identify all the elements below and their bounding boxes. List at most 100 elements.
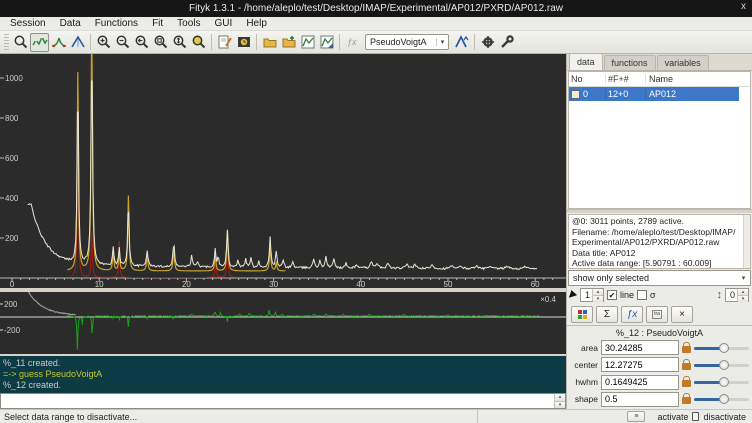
console-line-command: =-> guess PseudoVoigtA — [3, 369, 566, 380]
delete-button[interactable]: × — [671, 306, 693, 323]
tab-data[interactable]: data — [569, 53, 603, 70]
dataset-checkbox[interactable] — [571, 90, 580, 99]
add-auto-peak-icon[interactable] — [452, 33, 471, 52]
session-log-icon[interactable] — [234, 33, 253, 52]
sigma-sum-icon: Σ — [604, 309, 610, 320]
previous-zoom-icon[interactable] — [189, 33, 208, 52]
param-label: shape — [569, 394, 598, 404]
menu-session[interactable]: Session — [4, 18, 52, 29]
x-tick-label: 10 — [95, 280, 104, 288]
command-history-spinner[interactable]: ▴ ▾ — [554, 394, 565, 408]
tab-functions[interactable]: functions — [604, 55, 656, 70]
menu-help[interactable]: Help — [240, 18, 273, 29]
spinner-up-icon[interactable]: ▴ — [555, 394, 565, 402]
sidebar-splitter[interactable] — [567, 209, 752, 213]
lock-icon[interactable] — [682, 363, 691, 370]
x-tick-label: 60 — [531, 280, 540, 288]
undo-zoom-icon[interactable] — [132, 33, 151, 52]
export-data-icon[interactable] — [298, 33, 317, 52]
sigma-checkbox[interactable] — [637, 290, 647, 300]
param-input-hwhm[interactable] — [601, 375, 679, 390]
auto-add-icon[interactable]: ƒx — [343, 33, 362, 52]
edit-script-icon[interactable] — [215, 33, 234, 52]
param-label: center — [569, 360, 598, 370]
plot-column: 01020304050602004006008001000 200-200×0.… — [0, 54, 566, 409]
menu-fit[interactable]: Fit — [146, 18, 169, 29]
point-size-spinner[interactable]: 1 ▴▾ — [580, 288, 604, 302]
palette-icon — [578, 310, 587, 319]
spin-down-icon[interactable]: ▾ — [738, 296, 748, 302]
menu-tools[interactable]: Tools — [171, 18, 206, 29]
slider-thumb[interactable] — [719, 394, 729, 404]
param-row-center: center — [569, 356, 749, 373]
spin-down-icon[interactable]: ▾ — [593, 296, 603, 302]
run-fit-icon[interactable] — [478, 33, 497, 52]
add-point-mode-icon[interactable] — [68, 33, 87, 52]
sum-button[interactable]: Σ — [596, 306, 618, 323]
menu-gui[interactable]: GUI — [209, 18, 239, 29]
plot-export-button[interactable]: tra — [646, 306, 668, 323]
shift-value: 0 — [726, 289, 737, 301]
open-recent-data-icon[interactable] — [279, 33, 298, 52]
add-peak-mode-icon[interactable] — [49, 33, 68, 52]
open-data-icon[interactable] — [260, 33, 279, 52]
console-line-output: %_12 created. — [3, 380, 566, 391]
lock-icon[interactable] — [682, 397, 691, 404]
info-line: Data title: AP012 — [572, 248, 747, 259]
toolbar-separator — [474, 34, 475, 50]
color-style-button[interactable] — [571, 306, 593, 323]
param-input-area[interactable] — [601, 340, 679, 355]
slider-thumb[interactable] — [719, 360, 729, 370]
spin-up-icon[interactable]: ▴ — [738, 289, 748, 296]
table-row[interactable]: 0 12+0 AP012 — [569, 87, 739, 101]
dataset-table: No #F+# Name 0 12+0 AP012 — [568, 71, 751, 209]
range-mode-icon[interactable] — [30, 33, 49, 52]
toolbar: ƒx PseudoVoigtA▾ — [0, 31, 752, 54]
zoom-all-icon[interactable] — [151, 33, 170, 52]
fityk-window: Fityk 1.3.1 - /home/aleplo/test/Desktop/… — [0, 0, 752, 423]
zoom-out-icon[interactable] — [113, 33, 132, 52]
y-tick-label: 200 — [5, 234, 19, 243]
menu-data[interactable]: Data — [54, 18, 87, 29]
param-slider-center[interactable] — [694, 359, 749, 371]
auxiliary-plot[interactable]: 200-200×0.4 — [0, 292, 566, 354]
command-input[interactable] — [1, 394, 554, 408]
column-no: No — [569, 74, 605, 84]
spin-up-icon[interactable]: ▴ — [593, 289, 603, 296]
zoom-in-icon[interactable] — [94, 33, 113, 52]
param-input-center[interactable] — [601, 357, 679, 372]
close-icon[interactable]: x — [741, 1, 746, 12]
lock-icon[interactable] — [682, 380, 691, 387]
sidebar: data functions variables No #F+# Name 0 … — [566, 54, 752, 409]
spinner-down-icon[interactable]: ▾ — [555, 402, 565, 409]
function-labels-button[interactable]: ƒx — [621, 306, 643, 323]
svg-text:ƒx: ƒx — [347, 37, 357, 47]
param-input-shape[interactable] — [601, 392, 679, 407]
main-plot[interactable]: 01020304050602004006008001000 — [0, 54, 566, 288]
slider-thumb[interactable] — [719, 343, 729, 353]
zoom-vertical-icon[interactable] — [170, 33, 189, 52]
zoom-mode-icon[interactable] — [11, 33, 30, 52]
lock-icon[interactable] — [682, 346, 691, 353]
info-line: @0: 3011 points, 2789 active. — [572, 216, 747, 227]
show-filter-dropdown[interactable]: show only selected ▾ — [568, 270, 751, 286]
param-slider-hwhm[interactable] — [694, 376, 749, 388]
slider-thumb[interactable] — [719, 377, 729, 387]
save-image-icon[interactable] — [317, 33, 336, 52]
mouse-mode-button[interactable]: ≡ — [627, 411, 645, 422]
shift-icon: ↕ — [717, 290, 723, 300]
line-checkbox[interactable]: ✔ — [607, 290, 617, 300]
chevron-down-icon: ▾ — [436, 38, 448, 46]
shift-spinner[interactable]: 0 ▴▾ — [725, 288, 749, 302]
panel-separator — [567, 325, 752, 327]
menu-functions[interactable]: Functions — [89, 18, 144, 29]
fit-settings-icon[interactable] — [497, 33, 516, 52]
toolbar-grip[interactable] — [4, 34, 9, 50]
tab-variables[interactable]: variables — [657, 55, 709, 70]
y-tick-label: 1000 — [5, 74, 23, 83]
param-slider-area[interactable] — [694, 342, 749, 354]
title-bar: Fityk 1.3.1 - /home/aleplo/test/Desktop/… — [0, 0, 752, 17]
function-type-combobox[interactable]: PseudoVoigtA▾ — [365, 34, 449, 50]
info-scrollbar[interactable] — [743, 215, 750, 268]
param-slider-shape[interactable] — [694, 393, 749, 405]
